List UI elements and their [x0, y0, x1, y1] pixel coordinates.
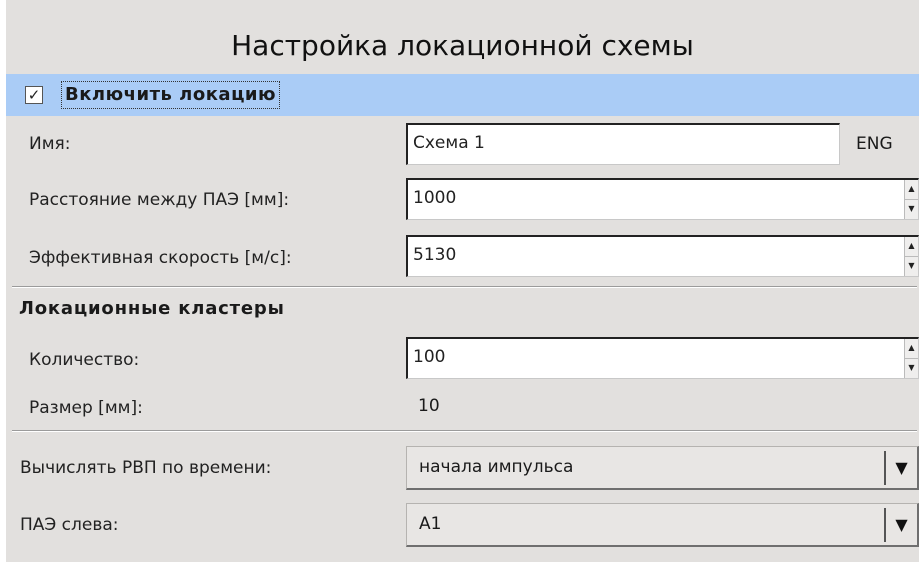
distance-spin-down-icon[interactable]: ▼ [905, 200, 918, 220]
left-sensor-select-value: A1 [419, 514, 442, 534]
distance-value: 1000 [413, 188, 457, 208]
count-spin-down-icon[interactable]: ▼ [905, 359, 918, 379]
speed-spin-buttons: ▲ ▼ [904, 237, 918, 276]
enable-location-row[interactable]: ✓ Включить локацию [6, 74, 919, 116]
name-input[interactable]: Схема 1 [406, 123, 840, 165]
left-sensor-select[interactable]: A1 ▼ [406, 503, 919, 547]
size-value: 10 [418, 396, 440, 416]
left-sensor-label: ПАЭ слева: [20, 515, 119, 535]
name-value: Схема 1 [413, 133, 485, 153]
speed-spin-down-icon[interactable]: ▼ [905, 257, 918, 277]
distance-spinbox[interactable]: 1000 ▲ ▼ [406, 178, 919, 220]
divider [12, 286, 917, 288]
compute-select[interactable]: начала импульса ▼ [406, 446, 919, 490]
count-label: Количество: [29, 350, 140, 370]
speed-label: Эффективная скорость [м/с]: [29, 248, 292, 268]
count-spinbox[interactable]: 100 ▲ ▼ [406, 337, 919, 379]
speed-spin-up-icon[interactable]: ▲ [905, 237, 918, 257]
clusters-section-title: Локационные кластеры [19, 298, 285, 319]
speed-spinbox[interactable]: 5130 ▲ ▼ [406, 235, 919, 277]
speed-value: 5130 [413, 245, 457, 265]
location-scheme-panel: Настройка локационной схемы ✓ Включить л… [6, 0, 919, 562]
panel-title: Настройка локационной схемы [231, 29, 694, 62]
divider [12, 430, 917, 432]
distance-spin-up-icon[interactable]: ▲ [905, 180, 918, 200]
language-indicator: ENG [856, 134, 893, 154]
size-label: Размер [мм]: [29, 398, 143, 418]
distance-label: Расстояние между ПАЭ [мм]: [29, 190, 290, 210]
enable-location-checkbox[interactable]: ✓ [25, 86, 43, 104]
chevron-down-icon[interactable]: ▼ [884, 508, 917, 542]
count-value: 100 [413, 347, 446, 367]
count-spin-up-icon[interactable]: ▲ [905, 339, 918, 359]
count-spin-buttons: ▲ ▼ [904, 339, 918, 378]
distance-spin-buttons: ▲ ▼ [904, 180, 918, 219]
chevron-down-icon[interactable]: ▼ [884, 451, 917, 485]
compute-select-value: начала импульса [419, 457, 574, 477]
compute-label: Вычислять РВП по времени: [20, 458, 272, 478]
enable-location-label[interactable]: Включить локацию [61, 81, 281, 109]
name-label: Имя: [29, 134, 71, 154]
